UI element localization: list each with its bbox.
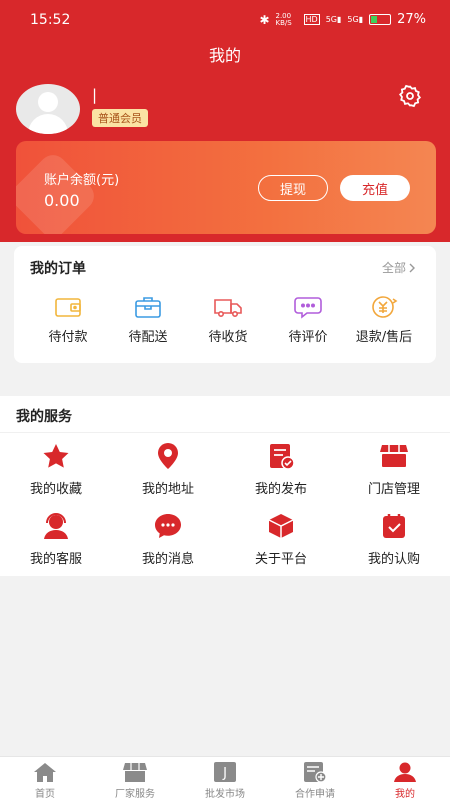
chevron-right-icon [409, 263, 415, 272]
subscribe-icon [383, 514, 405, 538]
hd-badge: HD [303, 14, 320, 25]
store-icon [380, 445, 408, 467]
tab-home[interactable]: 首页 [0, 761, 90, 800]
refund-icon [372, 296, 398, 318]
order-refund[interactable]: 退款/售后 [342, 294, 426, 345]
balance-label: 账户余额(元) [44, 173, 120, 188]
balance-value: 0.00 [44, 191, 80, 210]
tab-cooperation-apply[interactable]: 合作申请 [270, 761, 360, 800]
orders-all-link[interactable]: 全部 [382, 259, 416, 276]
member-badge: 普通会员 [92, 109, 148, 127]
orders-title: 我的订单 [30, 261, 86, 277]
service-address[interactable]: 我的地址 [112, 442, 224, 497]
star-icon [43, 444, 69, 468]
market-icon: J [214, 762, 236, 782]
wallet-icon [55, 298, 81, 317]
bluetooth-icon: ✱ [259, 12, 270, 27]
apply-icon [304, 762, 327, 783]
username: | [92, 86, 98, 104]
withdraw-button[interactable]: 提现 [258, 175, 328, 201]
services-title: 我的服务 [16, 409, 72, 425]
tab-profile[interactable]: 我的 [360, 761, 450, 800]
service-store-management[interactable]: 门店管理 [338, 442, 450, 497]
package-icon [135, 297, 161, 318]
tab-wholesale-market[interactable]: J 批发市场 [180, 761, 270, 800]
truck-icon [214, 299, 242, 317]
order-pending-payment[interactable]: 待付款 [26, 294, 110, 345]
bottom-tab-bar: 首页 厂家服务 J 批发市场 合作申请 我的 [0, 756, 450, 800]
order-pending-delivery[interactable]: 待配送 [106, 294, 190, 345]
box-icon [268, 514, 294, 538]
avatar[interactable] [16, 84, 80, 134]
tab-factory-service[interactable]: 厂家服务 [90, 761, 180, 800]
service-messages[interactable]: 我的消息 [112, 512, 224, 567]
status-time: 15:52 [30, 12, 71, 28]
service-customer-service[interactable]: 我的客服 [0, 512, 112, 567]
order-pending-receipt[interactable]: 待收货 [186, 294, 270, 345]
signal-icon-1: 5G▮ [325, 15, 342, 24]
services-card: 我的服务 我的收藏 我的地址 我的发布 门店管理 我的客服 我的消息 关于平台 … [0, 396, 450, 576]
location-icon [158, 443, 178, 469]
message-icon [155, 514, 181, 538]
svg-text:J: J [222, 766, 227, 781]
order-pending-review[interactable]: 待评价 [266, 294, 350, 345]
status-icons: ✱ 2.00 KB/S HD 5G▮ 5G▮ 27% [259, 12, 426, 27]
gear-icon[interactable] [398, 84, 422, 108]
orders-card: 我的订单 全部 待付款 待配送 待收货 待评价 退款/售后 [14, 246, 436, 363]
page-title: 我的 [208, 46, 241, 65]
signal-icon-2: 5G▮ [347, 15, 364, 24]
battery-percent: 27% [397, 12, 426, 27]
service-favorites[interactable]: 我的收藏 [0, 442, 112, 497]
publish-icon [270, 444, 295, 470]
network-speed: 2.00 KB/S [275, 11, 292, 27]
profile-icon [394, 762, 416, 782]
service-subscriptions[interactable]: 我的认购 [338, 512, 450, 567]
battery-icon [369, 14, 392, 25]
service-about-platform[interactable]: 关于平台 [225, 512, 337, 567]
factory-icon [123, 763, 147, 782]
customer-service-icon [44, 513, 68, 539]
home-icon [34, 763, 56, 782]
recharge-button[interactable]: 充值 [340, 175, 410, 201]
service-publish[interactable]: 我的发布 [225, 442, 337, 497]
comment-icon [294, 297, 322, 319]
services-divider [0, 432, 450, 433]
status-bar: 15:52 ✱ 2.00 KB/S HD 5G▮ 5G▮ 27% [0, 0, 450, 40]
balance-card: 账户余额(元) 0.00 提现 充值 [16, 141, 436, 234]
